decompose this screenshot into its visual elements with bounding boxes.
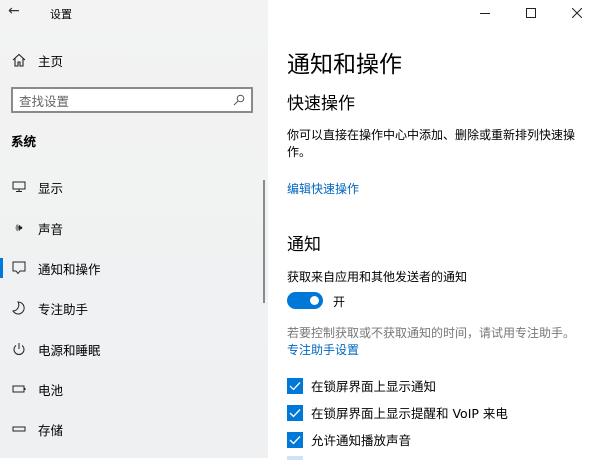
power-icon: [0, 342, 38, 356]
notifications-heading: 通知: [287, 235, 321, 255]
search-placeholder: 查找设置: [19, 93, 70, 109]
speaker-icon: 🕪: [15, 221, 23, 234]
section-heading: 系统: [11, 134, 37, 149]
sidebar-item-label: 电源和睡眠: [38, 342, 101, 358]
main-content: 通知和操作 快速操作 你可以直接在操作中心中添加、删除或重新排列快速操作。 编辑…: [268, 0, 600, 460]
page-title: 通知和操作: [287, 52, 402, 78]
checkbox-partial[interactable]: [287, 456, 303, 460]
home-icon: [0, 53, 38, 67]
sidebar-item-label: 声音: [38, 221, 64, 237]
moon-icon: [0, 301, 38, 315]
sidebar-item-storage[interactable]: 存储: [0, 409, 268, 449]
sidebar-item-label: 存储: [38, 422, 64, 438]
sidebar-item-label: 专注助手: [38, 301, 89, 317]
sidebar-item-sound[interactable]: 🕪 声音: [0, 208, 268, 248]
sidebar-item-label: 通知和操作: [38, 261, 101, 277]
checkbox-notification-sounds[interactable]: 允许通知播放声音: [287, 430, 411, 449]
close-button[interactable]: [554, 0, 600, 26]
notifications-toggle[interactable]: [287, 292, 323, 309]
sidebar-scrollbar[interactable]: [263, 180, 265, 303]
edit-quick-actions-link[interactable]: 编辑快速操作: [287, 180, 359, 197]
sidebar: ← 设置 主页 查找设置 系统 显示 🕪 声音 通知和操作 专注助手 电源和睡眠…: [0, 0, 268, 458]
window-title: 设置: [50, 8, 72, 21]
sidebar-item-label: 主页: [38, 53, 64, 69]
sidebar-item-battery[interactable]: 电池: [0, 369, 268, 409]
battery-icon: [0, 384, 38, 394]
sidebar-item-power[interactable]: 电源和睡眠: [0, 329, 268, 369]
sidebar-item-notifications[interactable]: 通知和操作: [0, 248, 268, 288]
checkbox-lockscreen-notifications[interactable]: 在锁屏界面上显示通知: [287, 376, 436, 395]
search-input[interactable]: 查找设置: [11, 87, 253, 113]
sidebar-item-label: 电池: [38, 382, 64, 398]
message-icon: [0, 261, 38, 275]
notifications-toggle-label: 获取来自应用和其他发送者的通知: [287, 270, 468, 284]
back-button[interactable]: ←: [8, 3, 30, 23]
toggle-knob: [310, 296, 319, 305]
selected-indicator: [0, 258, 3, 278]
checkbox-checked[interactable]: [287, 377, 303, 394]
monitor-icon: [0, 181, 38, 193]
sidebar-item-focus-assist[interactable]: 专注助手: [0, 288, 268, 328]
checkbox-checked[interactable]: [287, 431, 303, 448]
checkbox-label: 在锁屏界面上显示通知: [311, 379, 437, 394]
search-icon: [233, 91, 245, 110]
checkbox-label: 在锁屏界面上显示提醒和 VoIP 来电: [311, 406, 508, 421]
sidebar-item-display[interactable]: 显示: [0, 167, 268, 207]
sidebar-item-home[interactable]: 主页: [0, 40, 268, 80]
checkbox-label: 允许通知播放声音: [311, 433, 412, 448]
storage-icon: [0, 424, 38, 434]
checkbox-lockscreen-reminders[interactable]: 在锁屏界面上显示提醒和 VoIP 来电: [287, 403, 508, 422]
checkbox-checked[interactable]: [287, 404, 303, 421]
focus-assist-description: 若要控制获取或不获取通知的时间，请试用专注助手。: [287, 326, 576, 340]
quick-actions-description: 你可以直接在操作中心中添加、删除或重新排列快速操作。: [287, 128, 576, 159]
focus-assist-settings-link[interactable]: 专注助手设置: [287, 341, 359, 358]
quick-actions-heading: 快速操作: [287, 94, 355, 114]
toggle-state: 开: [333, 295, 346, 309]
maximize-button[interactable]: [508, 0, 554, 26]
minimize-button[interactable]: [462, 0, 508, 26]
sidebar-item-label: 显示: [38, 180, 64, 196]
